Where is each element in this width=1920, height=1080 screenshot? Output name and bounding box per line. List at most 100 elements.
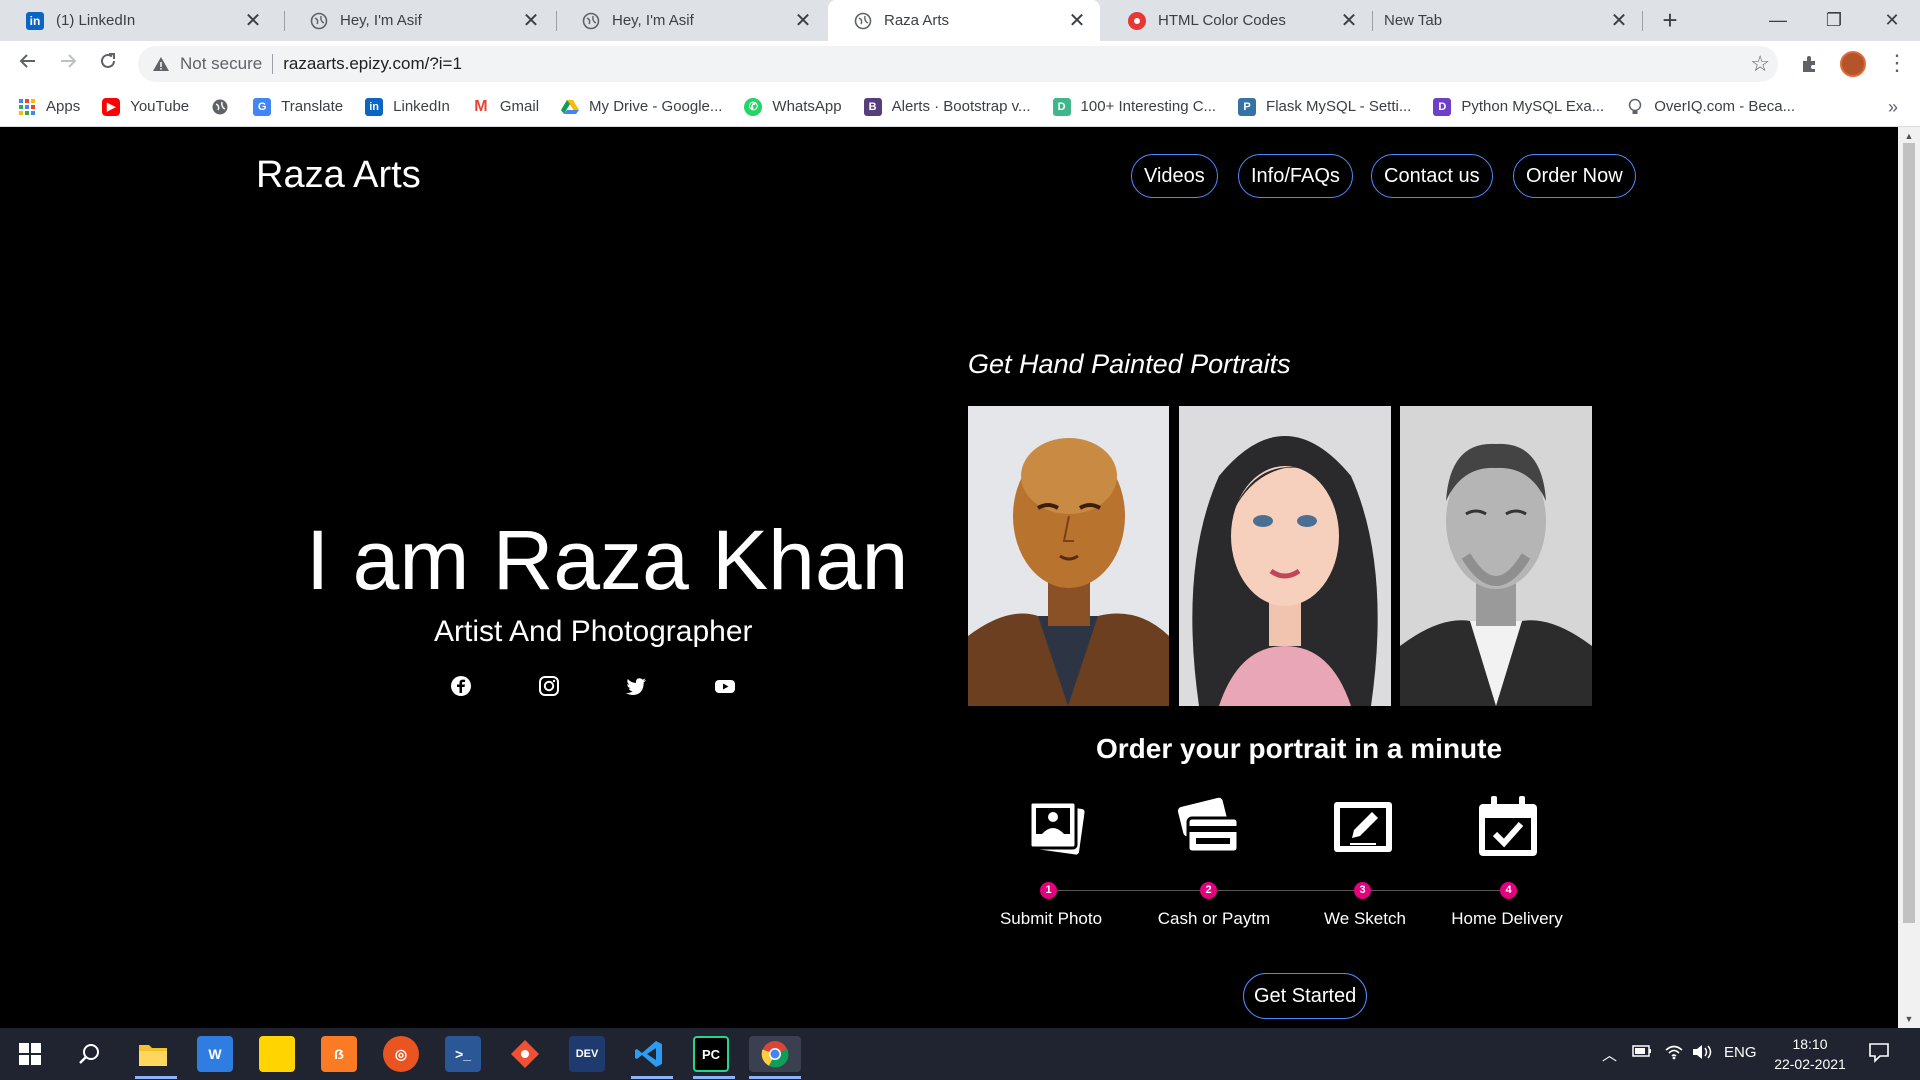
language-indicator[interactable]: ENG — [1724, 1044, 1757, 1061]
pycharm-icon[interactable]: PC — [693, 1036, 729, 1072]
git-icon[interactable] — [507, 1036, 543, 1072]
ubuntu-icon[interactable]: ◎ — [383, 1036, 419, 1072]
forward-button[interactable] — [54, 50, 82, 78]
reload-button[interactable] — [94, 50, 122, 78]
vscode-icon[interactable] — [631, 1036, 667, 1072]
tab-hey-asif-2[interactable]: Hey, I'm Asif ✕ — [556, 0, 826, 41]
nav-order-now[interactable]: Order Now — [1513, 154, 1636, 198]
browser-toolbar: Not secure razaarts.epizy.com/?i=1 ☆ ⋮ — [0, 41, 1920, 87]
address-bar[interactable]: Not secure razaarts.epizy.com/?i=1 — [138, 46, 1778, 82]
volume-icon[interactable] — [1692, 1044, 1714, 1064]
bookmark-dev[interactable]: D 100+ Interesting C... — [1052, 97, 1216, 116]
bookmark-label: WhatsApp — [772, 98, 842, 115]
step-number-badge: 3 — [1354, 882, 1371, 899]
tab-title: New Tab — [1384, 12, 1443, 29]
bookmark-youtube[interactable]: ▶ YouTube — [102, 97, 189, 116]
tab-raza-arts[interactable]: Raza Arts ✕ — [828, 0, 1100, 41]
bookmark-whatsapp[interactable]: ✆ WhatsApp — [744, 97, 842, 116]
profile-avatar[interactable] — [1840, 51, 1866, 77]
scrollbar-thumb[interactable] — [1903, 143, 1915, 923]
step-label: Submit Photo — [999, 909, 1103, 928]
bookmark-linkedin[interactable]: in LinkedIn — [365, 97, 450, 116]
taskbar-active-indicator — [749, 1076, 801, 1079]
tab-close-icon[interactable]: ✕ — [794, 8, 812, 33]
facebook-icon[interactable] — [450, 675, 472, 697]
minimize-button[interactable]: — — [1750, 0, 1806, 41]
nav-contact-us[interactable]: Contact us — [1371, 154, 1493, 198]
tab-linkedin[interactable]: in (1) LinkedIn ✕ — [0, 0, 276, 41]
tab-new-tab[interactable]: New Tab ✕ — [1372, 0, 1642, 41]
tab-close-icon[interactable]: ✕ — [522, 8, 540, 33]
restore-button[interactable]: ❐ — [1806, 0, 1862, 41]
bookmark-label: OverIQ.com - Beca... — [1654, 98, 1796, 115]
bookmarks-overflow-icon[interactable]: » — [1888, 97, 1898, 118]
bookmark-flask[interactable]: P Flask MySQL - Setti... — [1238, 97, 1411, 116]
bookmark-gmail[interactable]: M Gmail — [472, 98, 539, 116]
scroll-down-arrow-icon[interactable]: ▼ — [1903, 1013, 1915, 1025]
get-started-button[interactable]: Get Started — [1243, 973, 1368, 1019]
bookmark-label: Python MySQL Exa... — [1461, 98, 1605, 115]
gmail-icon: M — [474, 97, 488, 115]
tab-close-icon[interactable]: ✕ — [244, 8, 262, 33]
portrait-image-1 — [968, 406, 1169, 706]
youtube-icon: ▶ — [102, 97, 121, 116]
tab-title: Hey, I'm Asif — [612, 12, 694, 29]
nav-info-faqs[interactable]: Info/FAQs — [1238, 154, 1353, 198]
cards-icon — [1174, 792, 1244, 862]
site-brand[interactable]: Raza Arts — [256, 154, 421, 197]
search-icon[interactable] — [72, 1036, 108, 1072]
bookmark-drive[interactable]: My Drive - Google... — [561, 98, 722, 116]
powershell-icon[interactable]: >_ — [445, 1036, 481, 1072]
system-clock[interactable]: 18:10 22-02-2021 — [1770, 1034, 1850, 1074]
order-steps-title: Order your portrait in a minute — [1096, 733, 1503, 764]
bookmark-apps[interactable]: Apps — [18, 98, 80, 116]
security-label[interactable]: Not secure — [180, 54, 262, 74]
scroll-up-arrow-icon[interactable]: ▲ — [1903, 130, 1915, 142]
bookmark-label: Gmail — [499, 98, 540, 115]
dev-icon: D — [1052, 97, 1071, 116]
windows-start-icon[interactable] — [12, 1036, 48, 1072]
bookmark-globe[interactable] — [211, 98, 239, 116]
xampp-icon[interactable]: ẞ — [321, 1036, 357, 1072]
tab-hey-asif-1[interactable]: Hey, I'm Asif ✕ — [284, 0, 554, 41]
tab-title: Raza Arts — [884, 12, 950, 29]
sticky-notes-icon[interactable] — [259, 1036, 295, 1072]
calendar-check-icon — [1473, 792, 1543, 862]
bookmark-python-mysql[interactable]: D Python MySQL Exa... — [1433, 97, 1605, 116]
battery-icon[interactable] — [1632, 1044, 1652, 1062]
devc-icon[interactable]: DEV — [569, 1036, 605, 1072]
portrait-image-2 — [1179, 406, 1391, 706]
wps-writer-icon[interactable]: W — [197, 1036, 233, 1072]
bookmark-bootstrap[interactable]: B Alerts · Bootstrap v... — [863, 97, 1031, 116]
bookmark-overiq[interactable]: OverIQ.com - Beca... — [1626, 98, 1795, 116]
twitter-icon[interactable] — [625, 675, 647, 697]
window-close-button[interactable]: ✕ — [1864, 0, 1920, 41]
youtube-icon[interactable] — [714, 675, 736, 697]
tab-close-icon[interactable]: ✕ — [1340, 8, 1358, 33]
menu-kebab-icon[interactable]: ⋮ — [1886, 50, 1908, 76]
bookmark-translate[interactable]: G Translate — [253, 97, 343, 116]
tab-html-color-codes[interactable]: HTML Color Codes ✕ — [1102, 0, 1372, 41]
translate-icon: G — [253, 97, 272, 116]
url-text[interactable]: razaarts.epizy.com/?i=1 — [283, 54, 462, 74]
file-explorer-icon[interactable] — [135, 1036, 171, 1072]
bookmark-star-icon[interactable]: ☆ — [1750, 51, 1770, 77]
instagram-icon[interactable] — [538, 675, 560, 697]
globe-icon — [582, 12, 600, 30]
extensions-puzzle-icon[interactable] — [1800, 54, 1820, 74]
arrow-right-icon — [61, 54, 77, 68]
notifications-icon[interactable] — [1868, 1041, 1890, 1067]
tab-close-icon[interactable]: ✕ — [1610, 8, 1628, 33]
tab-close-icon[interactable]: ✕ — [1068, 8, 1086, 33]
back-button[interactable] — [14, 50, 42, 78]
linkedin-icon: in — [26, 11, 44, 30]
apps-icon — [18, 98, 36, 116]
tray-chevron-up-icon[interactable]: ︿ — [1602, 1044, 1617, 1065]
warning-icon[interactable] — [152, 55, 170, 73]
chrome-icon[interactable] — [749, 1036, 801, 1072]
bookmarks-bar: Apps ▶ YouTube G Translate in LinkedIn M… — [0, 87, 1920, 127]
wifi-icon[interactable] — [1664, 1044, 1684, 1064]
new-tab-button[interactable]: + — [1656, 5, 1684, 35]
nav-videos[interactable]: Videos — [1131, 154, 1218, 198]
page-viewport: Raza Arts Videos Info/FAQs Contact us Or… — [0, 127, 1898, 1028]
